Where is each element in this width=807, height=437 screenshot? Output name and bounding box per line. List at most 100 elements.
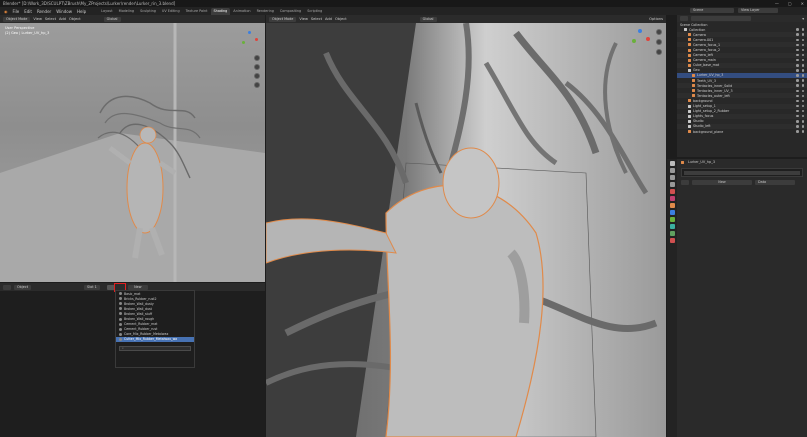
tab-rendering[interactable]: Rendering — [254, 8, 277, 15]
slot-dropdown[interactable]: Slot 1 — [84, 284, 100, 290]
camera-icon[interactable] — [801, 74, 804, 77]
shader-object-dropdown[interactable]: Object — [14, 284, 32, 290]
camera-icon[interactable] — [801, 99, 804, 103]
tab-shading[interactable]: Shading — [210, 7, 231, 15]
camera-icon[interactable] — [801, 94, 804, 98]
menu-file[interactable]: File — [13, 9, 20, 14]
menu-window[interactable]: Window — [56, 9, 72, 14]
main-gizmo-y-icon[interactable] — [632, 39, 636, 43]
material-tab-icon[interactable] — [669, 238, 675, 243]
camera-icon[interactable] — [801, 109, 804, 113]
view-layer-field[interactable]: View Layer — [738, 8, 778, 13]
main-mode-dropdown[interactable]: Object Mode — [269, 16, 297, 22]
camera-icon[interactable] — [801, 89, 804, 93]
options-dropdown[interactable]: Options — [649, 17, 663, 21]
new-material-button[interactable]: New — [127, 284, 148, 290]
tab-texture-paint[interactable]: Texture Paint — [183, 8, 211, 15]
main-menu-select[interactable]: Select — [311, 17, 322, 21]
modifier-tab-icon[interactable] — [669, 210, 675, 215]
camera-icon[interactable] — [801, 84, 804, 87]
object-tab-icon[interactable] — [669, 203, 675, 208]
zoom-icon[interactable] — [254, 55, 260, 61]
eye-icon[interactable] — [796, 120, 799, 123]
main-menu-object[interactable]: Object — [335, 17, 347, 21]
blender-logo-icon[interactable]: ◉ — [4, 9, 8, 14]
left-menu-add[interactable]: Add — [59, 17, 66, 21]
left-menu-object[interactable]: Object — [69, 17, 81, 21]
eye-icon[interactable] — [796, 69, 799, 72]
material-slot[interactable] — [684, 171, 800, 175]
outliner-row[interactable]: background_plane — [677, 129, 807, 134]
left-viewport[interactable]: User Perspective (2) Geo | Lurker_UV_hp_… — [0, 23, 265, 282]
gizmo-y-icon[interactable] — [242, 41, 245, 44]
camera-view-icon[interactable] — [254, 73, 260, 79]
eye-icon[interactable] — [796, 33, 799, 36]
eye-icon[interactable] — [796, 125, 799, 128]
tab-animation[interactable]: Animation — [230, 8, 253, 15]
camera-icon[interactable] — [801, 120, 804, 123]
camera-icon[interactable] — [801, 38, 804, 42]
render-tab-icon[interactable] — [669, 168, 675, 173]
particles-tab-icon[interactable] — [669, 217, 675, 222]
gizmo-x-icon[interactable] — [255, 38, 258, 41]
eye-icon[interactable] — [796, 114, 799, 118]
tab-sculpting[interactable]: Sculpting — [137, 8, 159, 15]
camera-icon[interactable] — [801, 33, 804, 36]
props-new-material-button[interactable]: New — [692, 180, 752, 185]
camera-icon[interactable] — [801, 48, 804, 52]
tab-uv-editing[interactable]: UV Editing — [159, 8, 183, 15]
link-dropdown[interactable]: Data — [755, 180, 795, 185]
eye-icon[interactable] — [796, 84, 799, 87]
material-search-field[interactable]: ⌕ — [119, 345, 191, 351]
minimize-icon[interactable]: — — [775, 1, 779, 6]
shader-editor-type-dropdown[interactable] — [3, 284, 11, 290]
main-menu-view[interactable]: View — [299, 17, 308, 21]
camera-icon[interactable] — [801, 79, 804, 82]
eye-icon[interactable] — [796, 48, 799, 52]
camera-icon[interactable] — [801, 58, 804, 62]
main-zoom-icon[interactable] — [656, 29, 662, 35]
browse-material-icon-props[interactable] — [681, 180, 689, 185]
camera-icon[interactable] — [801, 28, 804, 31]
output-tab-icon[interactable] — [669, 175, 675, 180]
eye-icon[interactable] — [796, 109, 799, 113]
eye-icon[interactable] — [796, 28, 799, 31]
eye-icon[interactable] — [796, 74, 799, 77]
pan-hand-icon[interactable] — [254, 64, 260, 70]
eye-icon[interactable] — [796, 79, 799, 82]
camera-icon[interactable] — [801, 114, 804, 118]
tab-compositing[interactable]: Compositing — [277, 8, 304, 15]
eye-icon[interactable] — [796, 130, 799, 133]
view-layer-tab-icon[interactable] — [669, 182, 675, 187]
left-menu-view[interactable]: View — [33, 17, 42, 21]
eye-icon[interactable] — [796, 99, 799, 103]
main-gizmo-x-icon[interactable] — [646, 37, 650, 41]
data-tab-icon[interactable] — [669, 231, 675, 236]
eye-icon[interactable] — [796, 58, 799, 62]
outliner-type-dropdown[interactable] — [680, 16, 688, 21]
camera-icon[interactable] — [801, 125, 804, 128]
left-menu-select[interactable]: Select — [45, 17, 56, 21]
tab-modeling[interactable]: Modeling — [116, 8, 137, 15]
eye-icon[interactable] — [796, 38, 799, 42]
eye-icon[interactable] — [796, 64, 799, 67]
camera-icon[interactable] — [801, 43, 804, 47]
outliner-search-input[interactable] — [691, 16, 751, 21]
tab-scripting[interactable]: Scripting — [304, 8, 325, 15]
world-tab-icon[interactable] — [669, 196, 675, 201]
eye-icon[interactable] — [796, 94, 799, 98]
grid-view-icon[interactable] — [254, 82, 260, 88]
maximize-icon[interactable]: ▢ — [788, 1, 792, 6]
menu-edit[interactable]: Edit — [24, 9, 32, 14]
left-mode-dropdown[interactable]: Object Mode — [3, 16, 31, 22]
tab-layout[interactable]: Layout — [98, 8, 116, 15]
main-menu-add[interactable]: Add — [325, 17, 332, 21]
tool-tab-icon[interactable] — [669, 161, 675, 166]
left-orientation-dropdown[interactable]: Global — [103, 16, 121, 22]
eye-icon[interactable] — [796, 43, 799, 47]
menu-help[interactable]: Help — [77, 9, 86, 14]
main-gizmo-z-icon[interactable] — [638, 29, 642, 33]
material-slot-list[interactable] — [681, 168, 803, 177]
eye-icon[interactable] — [796, 104, 799, 108]
menu-render[interactable]: Render — [37, 9, 51, 14]
